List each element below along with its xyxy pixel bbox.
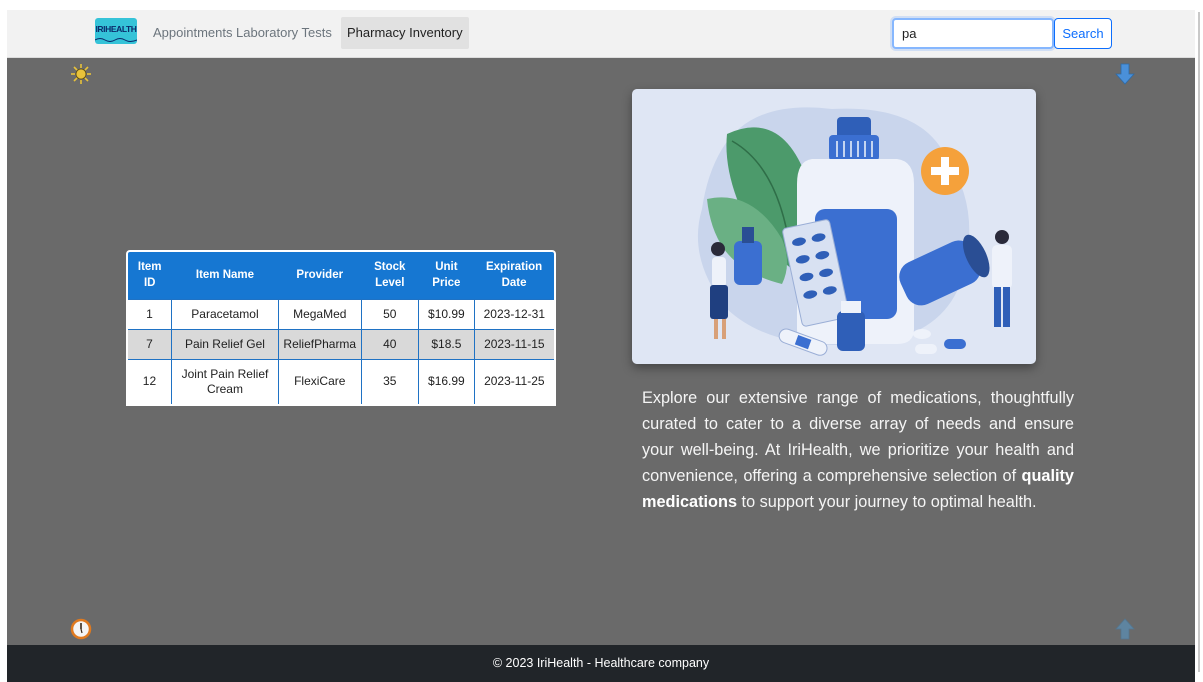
- header-expiration-date: Expiration Date: [474, 252, 554, 299]
- cell-provider: MegaMed: [278, 298, 362, 330]
- description-text-2: to support your journey to optimal healt…: [737, 493, 1037, 511]
- cell-unit-price: $10.99: [418, 298, 475, 330]
- cell-item-id: 12: [128, 358, 172, 404]
- header-item-name: Item Name: [171, 252, 279, 299]
- header-item-id: Item ID: [128, 252, 172, 299]
- cell-item-id: 7: [128, 328, 172, 360]
- arrow-up-icon[interactable]: [1115, 618, 1135, 640]
- pharmacy-illustration: [632, 89, 1036, 364]
- cell-stock-level: 50: [360, 298, 420, 330]
- cell-item-name: Paracetamol: [170, 298, 280, 330]
- nav-link-laboratory-tests[interactable]: Laboratory Tests: [230, 17, 338, 49]
- clock-icon[interactable]: [70, 618, 92, 640]
- table-row: 7 Pain Relief Gel ReliefPharma 40 $18.5 …: [128, 328, 554, 360]
- cell-expiration-date: 2023-11-25: [473, 358, 554, 404]
- description-text-1: Explore our extensive range of medicatio…: [642, 389, 1074, 485]
- brand-logo[interactable]: IRIHEALTH: [95, 18, 137, 44]
- pharmacy-inventory-table: Item ID Item Name Provider Stock Level U…: [126, 250, 556, 406]
- cell-unit-price: $16.99: [418, 358, 475, 404]
- sun-icon[interactable]: [70, 63, 92, 85]
- header-stock-level: Stock Level: [361, 252, 419, 299]
- search-button[interactable]: Search: [1054, 18, 1112, 49]
- cell-expiration-date: 2023-11-15: [473, 328, 554, 360]
- footer: © 2023 IriHealth - Healthcare company: [7, 645, 1195, 682]
- search-input[interactable]: pa: [892, 18, 1054, 49]
- nav-link-pharmacy-inventory[interactable]: Pharmacy Inventory: [341, 17, 469, 49]
- cell-item-id: 1: [128, 298, 172, 330]
- main-content: Item ID Item Name Provider Stock Level U…: [7, 58, 1195, 645]
- cell-item-name: Joint Pain Relief Cream: [170, 358, 280, 404]
- cell-provider: FlexiCare: [278, 358, 362, 404]
- table-row: 12 Joint Pain Relief Cream FlexiCare 35 …: [128, 358, 554, 404]
- cell-expiration-date: 2023-12-31: [473, 298, 554, 330]
- navbar: IRIHEALTH Appointments Laboratory Tests …: [7, 10, 1195, 58]
- arrow-down-icon[interactable]: [1115, 63, 1135, 85]
- header-provider: Provider: [278, 252, 362, 299]
- table-row: 1 Paracetamol MegaMed 50 $10.99 2023-12-…: [128, 298, 554, 330]
- scrollbar[interactable]: [1198, 12, 1200, 672]
- table-header-row: Item ID Item Name Provider Stock Level U…: [128, 252, 554, 299]
- cell-unit-price: $18.5: [418, 328, 475, 360]
- cell-item-name: Pain Relief Gel: [170, 328, 280, 360]
- pharmacy-illustration-image: [697, 107, 1012, 356]
- pharmacy-description: Explore our extensive range of medicatio…: [642, 385, 1074, 515]
- cell-stock-level: 40: [360, 328, 420, 360]
- footer-text: © 2023 IriHealth - Healthcare company: [492, 656, 710, 670]
- logo-text: IRIHEALTH: [95, 24, 137, 34]
- nav-link-appointments[interactable]: Appointments: [147, 17, 239, 49]
- cell-stock-level: 35: [360, 358, 420, 404]
- cell-provider: ReliefPharma: [278, 328, 362, 360]
- header-unit-price: Unit Price: [418, 252, 475, 299]
- logo-wave-icon: [95, 38, 137, 42]
